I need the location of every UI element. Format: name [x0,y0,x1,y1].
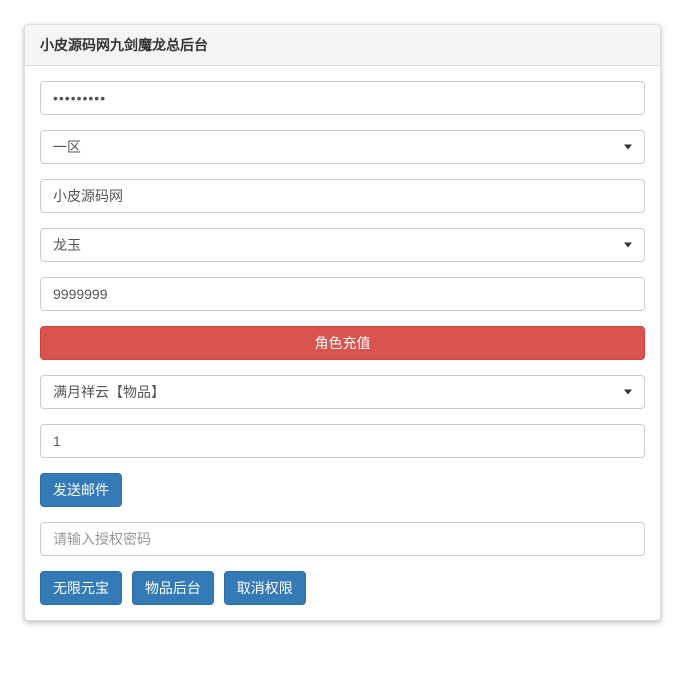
unlimited-gold-button[interactable]: 无限元宝 [40,571,122,605]
panel-body: 一区 龙玉 角色充值 满月祥云【物品】 发送邮件 无限元宝 物品后台 取消权限 [25,66,660,620]
chevron-down-icon [624,145,632,150]
character-select[interactable]: 龙玉 [40,228,645,262]
revoke-permission-button[interactable]: 取消权限 [224,571,306,605]
zone-select-value: 一区 [53,139,81,155]
password-input[interactable] [40,81,645,115]
chevron-down-icon [624,390,632,395]
send-mail-button[interactable]: 发送邮件 [40,473,122,507]
count-input[interactable] [40,424,645,458]
item-select[interactable]: 满月祥云【物品】 [40,375,645,409]
amount-input[interactable] [40,277,645,311]
action-button-row: 无限元宝 物品后台 取消权限 [40,571,645,605]
account-input[interactable] [40,179,645,213]
panel-title: 小皮源码网九剑魔龙总后台 [40,35,645,55]
chevron-down-icon [624,243,632,248]
item-select-value: 满月祥云【物品】 [53,384,165,400]
admin-panel: 小皮源码网九剑魔龙总后台 一区 龙玉 角色充值 满月祥云【物品】 发送邮件 无限… [24,24,661,621]
character-select-value: 龙玉 [53,237,81,253]
panel-header: 小皮源码网九剑魔龙总后台 [25,25,660,66]
auth-password-input[interactable] [40,522,645,556]
zone-select[interactable]: 一区 [40,130,645,164]
recharge-button[interactable]: 角色充值 [40,326,645,360]
item-backend-button[interactable]: 物品后台 [132,571,214,605]
